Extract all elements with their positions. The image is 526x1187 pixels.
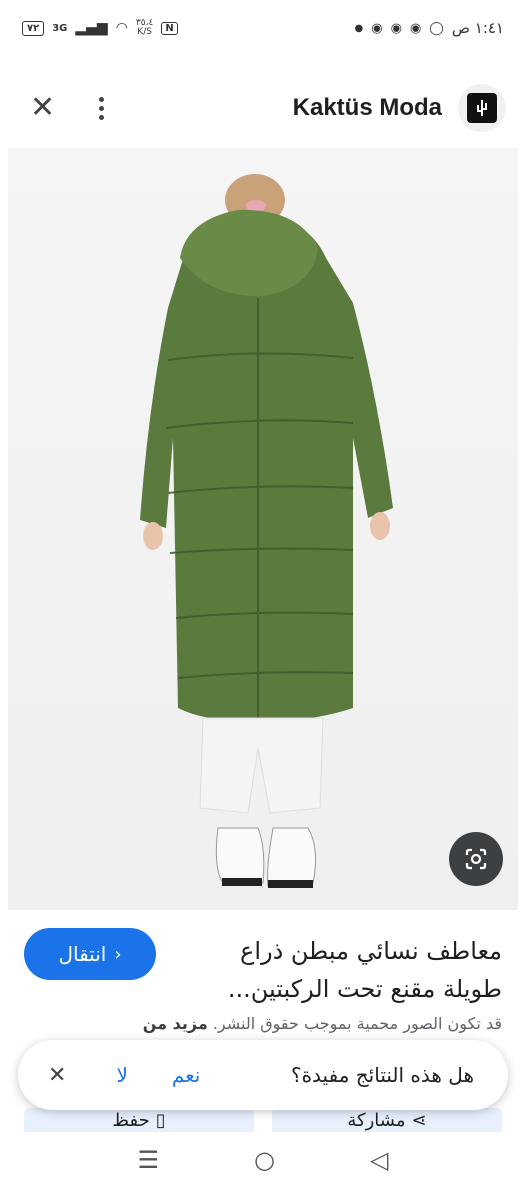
result-header: ✕ Kaktüs Moda (0, 72, 526, 144)
feedback-close-icon[interactable]: ✕ (48, 1063, 66, 1088)
coat-illustration (140, 174, 393, 888)
feedback-yes-button[interactable]: نعم (172, 1063, 201, 1087)
whatsapp-icon: ◯ (429, 20, 444, 36)
product-title[interactable]: معاطف نسائي مبطن ذراع طويلة مقنع تحت الر… (202, 932, 502, 1008)
visit-button[interactable]: انتقال › (24, 928, 156, 980)
lens-icon (465, 848, 487, 870)
save-button[interactable]: حفظ ▯ (24, 1108, 254, 1132)
back-icon[interactable]: ◁ (370, 1146, 388, 1174)
status-right: ● ◉ ◉ ◉ ◯ ١:٤١ ص (355, 19, 504, 37)
messenger-icon: ◉ (371, 20, 383, 36)
nfc-icon: N (161, 21, 178, 35)
header-actions: ✕ (30, 93, 105, 123)
wifi-icon: ◠ (115, 20, 128, 36)
action-bar: حفظ ▯ مشاركة ⋖ (24, 1108, 502, 1132)
product-image[interactable] (8, 148, 518, 910)
save-label: حفظ (112, 1110, 150, 1131)
signal-icon: ▂▄▆ (75, 20, 108, 36)
speed-unit: K/S (137, 27, 152, 37)
close-icon[interactable]: ✕ (30, 93, 55, 123)
share-label: مشاركة (347, 1110, 406, 1131)
network-speed: ٣٥،٤ K/S (136, 19, 153, 37)
cactus-icon (467, 93, 497, 123)
home-icon[interactable]: ○ (254, 1146, 275, 1174)
snapchat-icon: ◉ (409, 20, 422, 36)
system-nav-bar: ☰ ○ ◁ (0, 1132, 526, 1187)
feedback-prompt: ✕ لا نعم هل هذه النتائج مفيدة؟ (18, 1040, 508, 1110)
dot-icon: ● (354, 22, 364, 34)
copyright-notice: قد تكون الصور محمية بموجب حقوق النشر. مز… (22, 1014, 502, 1033)
lens-search-button[interactable] (449, 832, 503, 886)
learn-more-link[interactable]: مزيد من (143, 1014, 208, 1033)
status-left: ٧٢ 3G ▂▄▆ ◠ ٣٥،٤ K/S N (22, 19, 178, 37)
share-button[interactable]: مشاركة ⋖ (272, 1108, 502, 1132)
status-bar: ٧٢ 3G ▂▄▆ ◠ ٣٥،٤ K/S N ● ◉ ◉ ◉ ◯ ١:٤١ ص (0, 0, 526, 56)
recent-apps-icon[interactable]: ☰ (138, 1146, 160, 1174)
network-type: 3G (52, 22, 68, 34)
feedback-question: هل هذه النتائج مفيدة؟ (290, 1063, 474, 1087)
bookmark-icon: ▯ (155, 1110, 166, 1131)
battery-indicator: ٧٢ (22, 20, 45, 36)
clock: ١:٤١ ص (451, 19, 504, 37)
brand-logo (458, 84, 506, 132)
brand[interactable]: Kaktüs Moda (293, 84, 506, 132)
more-options-icon[interactable] (99, 96, 105, 120)
copyright-text: قد تكون الصور محمية بموجب حقوق النشر. (212, 1014, 502, 1033)
chat-icon: ◉ (390, 20, 402, 36)
brand-name: Kaktüs Moda (292, 94, 442, 121)
chevron-right-icon: › (114, 943, 122, 965)
feedback-no-button[interactable]: لا (116, 1063, 127, 1087)
visit-label: انتقال (58, 942, 107, 966)
share-icon: ⋖ (411, 1110, 427, 1131)
